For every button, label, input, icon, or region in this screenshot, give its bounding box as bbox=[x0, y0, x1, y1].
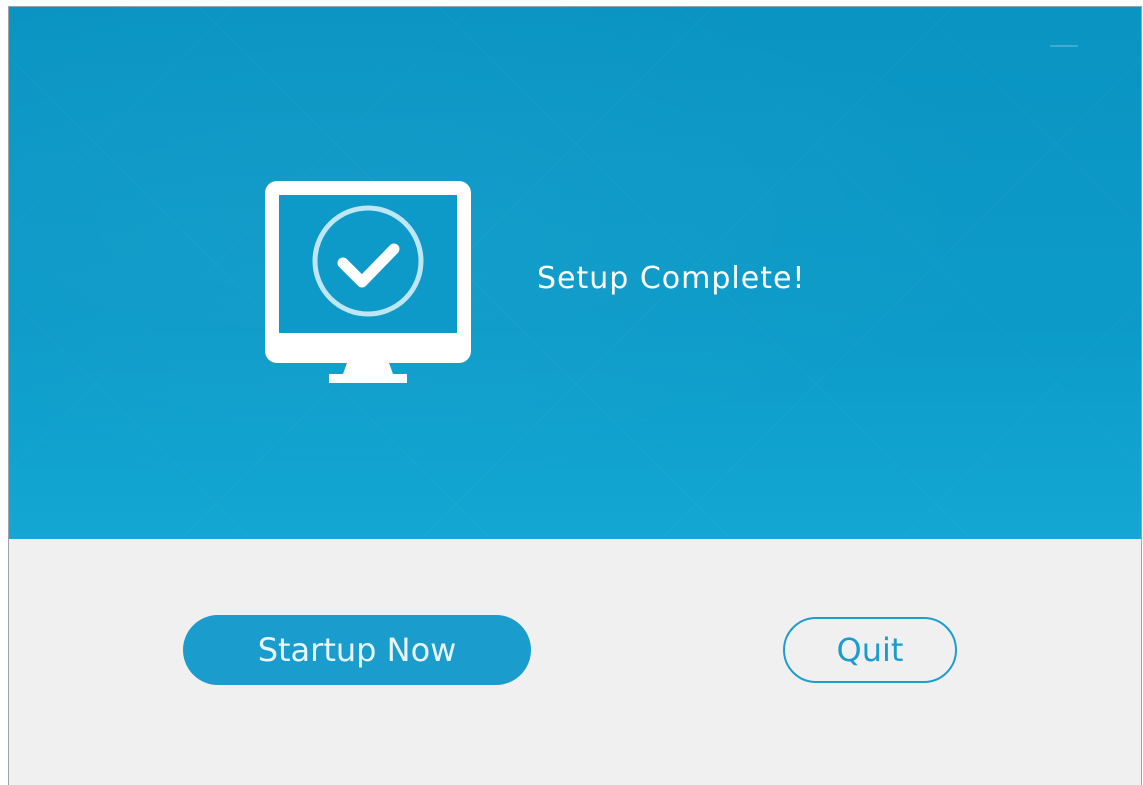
startup-now-button[interactable]: Startup Now bbox=[183, 615, 531, 685]
minimize-icon bbox=[1050, 45, 1078, 47]
minimize-button[interactable] bbox=[1047, 35, 1081, 55]
monitor-check-icon bbox=[265, 181, 471, 383]
setup-complete-title: Setup Complete! bbox=[537, 261, 806, 296]
hero-banner: Setup Complete! bbox=[9, 7, 1141, 539]
installer-window: Setup Complete! Startup Now Quit bbox=[8, 6, 1142, 785]
quit-button[interactable]: Quit bbox=[783, 617, 957, 683]
footer-panel: Startup Now Quit bbox=[9, 539, 1141, 785]
